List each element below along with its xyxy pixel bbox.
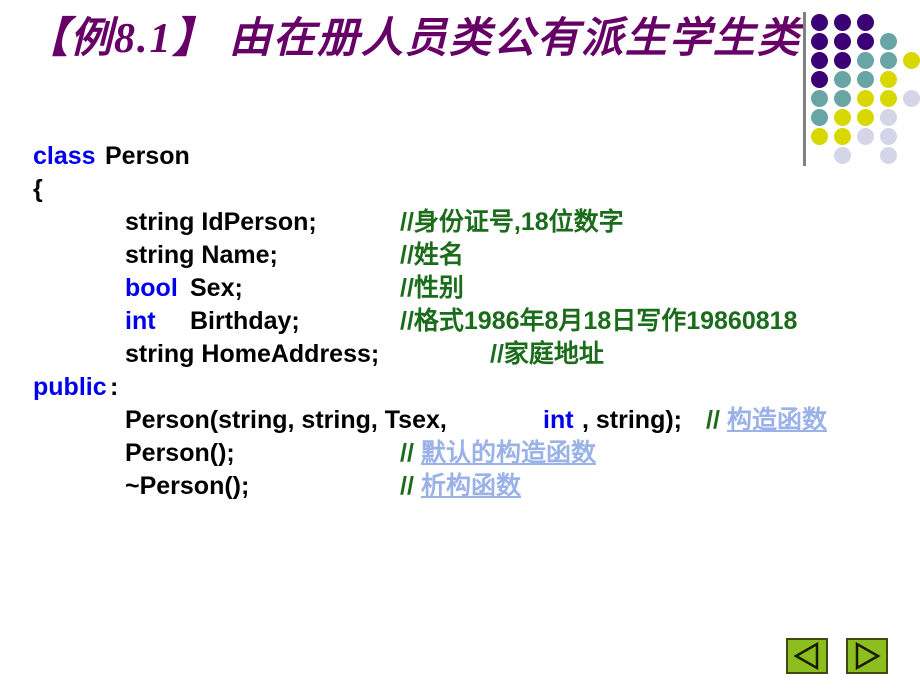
decorative-dot — [880, 71, 897, 88]
decorative-dot — [880, 52, 897, 69]
code-comment-link[interactable]: 默认的构造函数 — [421, 437, 596, 470]
decorative-dot — [811, 109, 828, 126]
code-text: , string); — [582, 406, 689, 434]
decorative-dot — [857, 90, 874, 107]
code-keyword: bool — [125, 274, 178, 302]
code-comment: //性别 — [400, 274, 464, 302]
code-line-field-name: string Name; //姓名 — [0, 239, 920, 272]
decorative-dot — [811, 33, 828, 50]
left-arrow-icon — [793, 641, 819, 671]
decorative-dot — [834, 71, 851, 88]
decorative-dot — [857, 109, 874, 126]
code-comment: // — [400, 439, 414, 467]
code-text: string HomeAddress; — [125, 340, 380, 368]
code-line-ctor-default: Person(); //默认的构造函数 — [0, 437, 920, 470]
decorative-dot — [811, 52, 828, 69]
code-keyword: class — [33, 142, 103, 170]
previous-slide-button[interactable] — [786, 638, 828, 674]
decorative-dot — [857, 14, 874, 31]
code-comment: //家庭地址 — [490, 340, 604, 368]
code-text: Person(); — [125, 439, 235, 467]
code-text: Person — [105, 142, 190, 170]
code-line-field-homeaddress: string HomeAddress; //家庭地址 — [0, 338, 920, 371]
code-comment: // — [400, 472, 414, 500]
decorative-dot — [903, 90, 920, 107]
decorative-dot — [834, 14, 851, 31]
decorative-dot — [880, 90, 897, 107]
decorative-dot — [857, 33, 874, 50]
slide-canvas: 【例8.1】 由在册人员类公有派生学生类 class Person{string… — [0, 0, 920, 690]
decorative-dot — [834, 109, 851, 126]
code-comment: //姓名 — [400, 241, 464, 269]
decorative-dot — [834, 52, 851, 69]
decorative-dot — [811, 71, 828, 88]
decorative-dot — [834, 33, 851, 50]
code-comment: //身份证号,18位数字 — [400, 208, 624, 236]
decorative-dot — [857, 71, 874, 88]
code-comment: //格式1986年8月18日写作19860818 — [400, 307, 798, 335]
code-text: Sex; — [190, 274, 243, 302]
decorative-dot — [903, 52, 920, 69]
code-keyword: public — [33, 373, 107, 401]
code-line-dtor: ~Person(); //析构函数 — [0, 470, 920, 503]
slide-navigation — [786, 638, 894, 676]
code-comment-link[interactable]: 析构函数 — [421, 470, 521, 503]
code-line-open-brace: { — [0, 173, 920, 206]
code-line-public-label: public: — [0, 371, 920, 404]
code-line-field-sex: bool Sex; //性别 — [0, 272, 920, 305]
code-line-field-birthday: int Birthday; //格式1986年8月18日写作19860818 — [0, 305, 920, 338]
page-title: 【例8.1】 由在册人员类公有派生学生类 — [26, 16, 802, 62]
decorative-dot — [811, 14, 828, 31]
decorative-dot — [857, 52, 874, 69]
code-text: Birthday; — [190, 307, 300, 335]
code-text: : — [110, 373, 119, 401]
code-keyword: int — [125, 307, 156, 335]
code-comment: // — [706, 406, 720, 434]
code-text: Person(string, string, Tsex, — [125, 406, 454, 434]
code-text: string Name; — [125, 241, 278, 269]
decorative-dot — [880, 109, 897, 126]
next-slide-button[interactable] — [846, 638, 888, 674]
code-line-class-decl: class Person — [0, 140, 920, 173]
code-line-ctor-full: Person(string, string, Tsex, int , string… — [0, 404, 920, 437]
decorative-dot — [880, 33, 897, 50]
right-arrow-icon — [855, 641, 881, 671]
decorative-dot — [834, 90, 851, 107]
code-text: string IdPerson; — [125, 208, 317, 236]
code-text: { — [33, 175, 43, 203]
code-text: ~Person(); — [125, 472, 250, 500]
code-block: class Person{string IdPerson;//身份证号,18位数… — [0, 140, 920, 503]
code-line-field-idperson: string IdPerson; //身份证号,18位数字 — [0, 206, 920, 239]
decorative-dot — [811, 90, 828, 107]
code-keyword: int — [543, 406, 574, 434]
code-comment-link[interactable]: 构造函数 — [727, 404, 827, 437]
